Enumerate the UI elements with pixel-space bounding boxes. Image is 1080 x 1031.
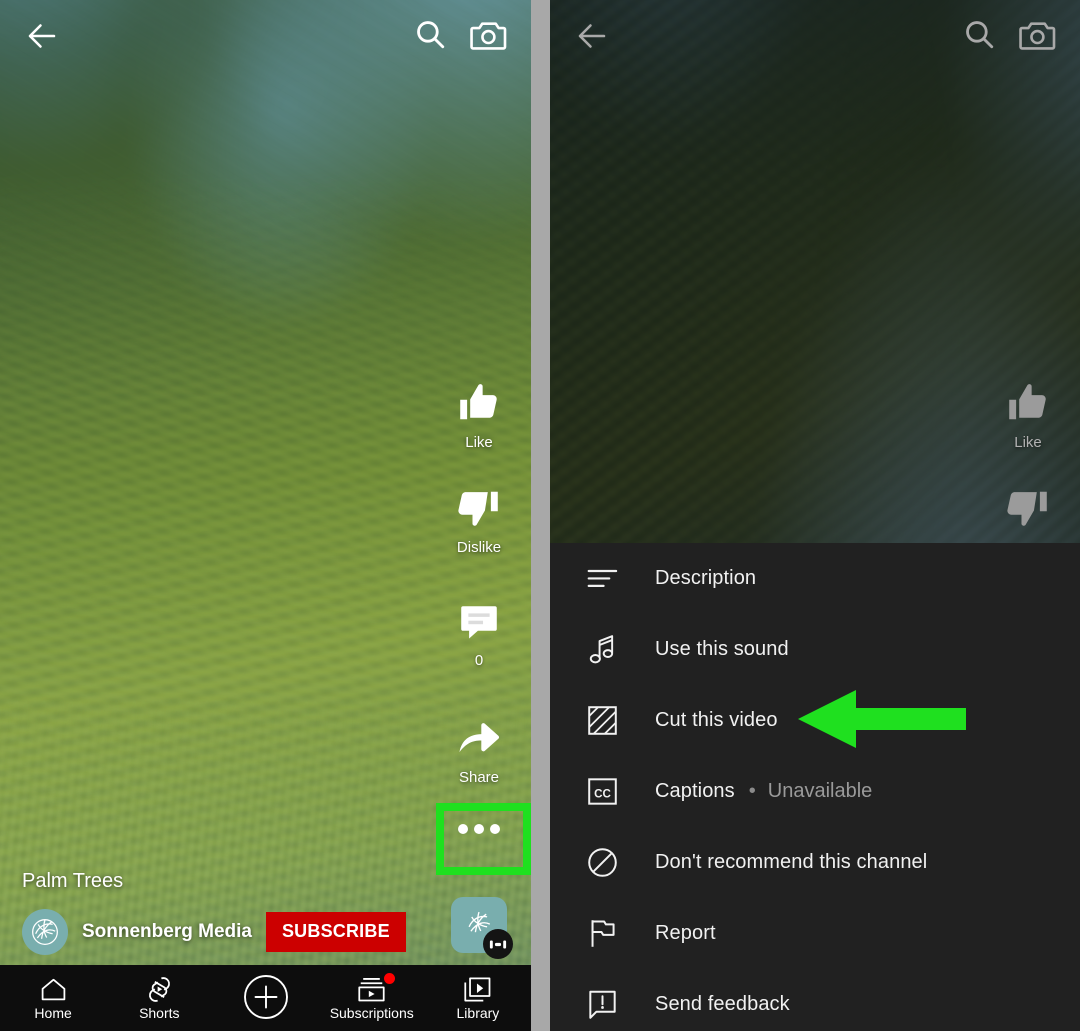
menu-label: Report — [655, 922, 716, 944]
arrow-annotation — [798, 688, 966, 750]
music-note-icon — [550, 634, 655, 666]
subscriptions-icon — [319, 973, 425, 1003]
closed-captions-icon: CC — [550, 777, 655, 806]
feedback-icon — [550, 989, 655, 1020]
screenshot-root: Like Dislike 0 Share Palm Trees Sonnenbe… — [0, 0, 1080, 1031]
like-label: Like — [1014, 434, 1042, 451]
share-icon — [456, 715, 502, 761]
dislike-button[interactable]: Dislike — [427, 485, 531, 556]
search-icon[interactable] — [413, 17, 447, 51]
create-plus-icon — [212, 974, 318, 1020]
thumbs-down-icon — [1005, 485, 1051, 531]
thumbs-down-icon — [456, 485, 502, 531]
back-arrow-icon[interactable] — [574, 18, 610, 54]
block-circle-icon — [550, 847, 655, 878]
bottom-navigation-bar: Home Shorts Subscriptions Library — [0, 965, 531, 1031]
video-title: Palm Trees — [22, 870, 124, 892]
camera-icon[interactable] — [470, 19, 508, 51]
share-button[interactable]: Share — [427, 715, 531, 786]
menu-label: Captions — [655, 780, 735, 802]
cut-video-icon — [550, 705, 655, 736]
left-shorts-panel: Like Dislike 0 Share Palm Trees Sonnenbe… — [0, 0, 531, 1031]
highlight-annotation-box — [436, 803, 531, 875]
nav-label-library: Library — [456, 1005, 500, 1021]
right-topbar — [550, 0, 1080, 70]
comment-count: 0 — [474, 652, 484, 669]
menu-item-report[interactable]: Report — [550, 898, 1080, 969]
dislike-button[interactable] — [976, 485, 1080, 539]
subscribe-button[interactable]: SUBSCRIBE — [265, 912, 406, 952]
nav-label-home: Home — [34, 1005, 72, 1021]
comments-button[interactable]: 0 — [427, 600, 531, 669]
menu-label: Description — [655, 567, 757, 589]
nav-item-shorts[interactable]: Shorts — [106, 975, 212, 1021]
nav-item-library[interactable]: Library — [425, 975, 531, 1021]
search-icon[interactable] — [962, 17, 996, 51]
thumbs-up-icon — [1005, 380, 1051, 426]
share-label: Share — [458, 769, 500, 786]
dislike-label: Dislike — [456, 539, 502, 556]
svg-text:CC: CC — [594, 787, 611, 800]
thumbs-up-icon — [456, 380, 502, 426]
camera-icon[interactable] — [1019, 19, 1057, 51]
subscriptions-badge — [383, 973, 395, 984]
channel-name[interactable]: Sonnenberg Media — [82, 921, 252, 943]
like-label: Like — [465, 434, 493, 451]
description-icon — [550, 567, 655, 591]
menu-item-dont-recommend-channel[interactable]: Don't recommend this channel — [550, 827, 1080, 898]
captions-status: Unavailable — [767, 780, 873, 802]
nav-item-subscriptions[interactable]: Subscriptions — [319, 973, 425, 1021]
nav-label-subscriptions: Subscriptions — [329, 1005, 414, 1021]
back-arrow-icon[interactable] — [24, 18, 60, 54]
menu-item-captions[interactable]: CC Captions • Unavailable — [550, 756, 1080, 827]
nav-label-shorts: Shorts — [139, 1005, 180, 1021]
original-sound-icon — [483, 929, 513, 959]
menu-item-use-this-sound[interactable]: Use this sound — [550, 614, 1080, 685]
left-topbar — [0, 0, 531, 70]
channel-row: Sonnenberg Media SUBSCRIBE — [22, 909, 406, 955]
menu-label: Don't recommend this channel — [655, 851, 928, 873]
nav-item-create[interactable] — [212, 974, 318, 1022]
panel-divider — [531, 0, 550, 1031]
nav-item-home[interactable]: Home — [0, 975, 106, 1021]
menu-separator-dot: • — [748, 780, 756, 802]
menu-label: Cut this video — [655, 709, 778, 731]
channel-avatar-icon[interactable] — [22, 909, 68, 955]
library-icon — [425, 975, 531, 1003]
menu-label: Send feedback — [655, 993, 790, 1015]
flag-icon — [550, 918, 655, 949]
like-button[interactable]: Like — [427, 380, 531, 451]
comment-icon — [457, 600, 501, 644]
right-shorts-panel: Like Description Use this sound Cut this… — [550, 0, 1080, 1031]
home-icon — [0, 975, 106, 1003]
menu-label: Use this sound — [655, 638, 789, 660]
like-button[interactable]: Like — [976, 380, 1080, 451]
menu-item-send-feedback[interactable]: Send feedback — [550, 969, 1080, 1031]
options-bottom-sheet: Description Use this sound Cut this vide… — [550, 543, 1080, 1031]
menu-item-description[interactable]: Description — [550, 543, 1080, 614]
shorts-icon — [106, 975, 212, 1003]
